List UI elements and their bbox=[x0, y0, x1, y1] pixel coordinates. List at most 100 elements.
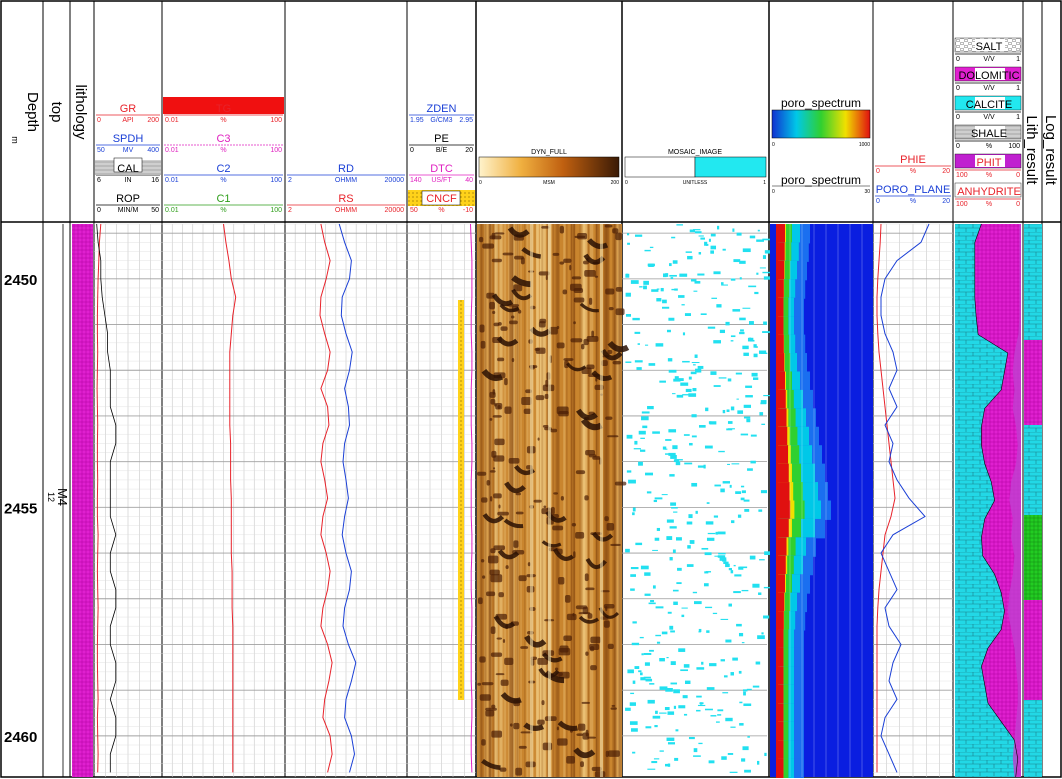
log-result-title: Log_result bbox=[1042, 115, 1059, 186]
lith-unit-calcite: V/V bbox=[983, 114, 995, 121]
lith-result-title: Lith_result bbox=[1023, 115, 1040, 185]
poro-spectrum-min-1: 0 bbox=[772, 142, 775, 148]
dyn-full-image bbox=[477, 224, 630, 778]
curve-min-c1: 0.01 bbox=[165, 207, 179, 214]
curve-unit-c2: % bbox=[220, 177, 226, 184]
curve-unit-rop: MIN/M bbox=[118, 207, 139, 214]
curve-max-cal: 16 bbox=[151, 177, 159, 184]
lith-name-calcite: CALCITE bbox=[966, 99, 1012, 111]
curve-unit-phie: % bbox=[910, 168, 916, 175]
lith-max-dolomitic: 1 bbox=[1016, 85, 1020, 92]
poro-spectrum-label-1: poro_spectrum bbox=[781, 96, 861, 110]
depth-title: Depth bbox=[24, 92, 41, 132]
mosaic-unit: UNITLESS bbox=[683, 180, 708, 186]
curve-name-pe: PE bbox=[434, 133, 449, 145]
curve-unit-dtc: US/FT bbox=[431, 177, 452, 184]
mosaic-max: 1 bbox=[763, 180, 766, 186]
curve-max-gr: 200 bbox=[147, 117, 159, 124]
lith-name-anhydrite: ANHYDRITE bbox=[957, 186, 1021, 198]
top-column: M4 12 bbox=[46, 224, 70, 777]
curve-name-cncf: CNCF bbox=[426, 193, 457, 205]
curve-max-c2: 100 bbox=[270, 177, 282, 184]
curve-min-c2: 0.01 bbox=[165, 177, 179, 184]
curve-max-zden: 2.95 bbox=[459, 117, 473, 124]
depth-ticks: 2450 2455 2460 bbox=[4, 272, 37, 746]
dyn-full-min: 0 bbox=[479, 180, 482, 186]
poro-spectrum-max-1: 1000 bbox=[859, 142, 870, 148]
curve-unit-pe: B/E bbox=[436, 147, 448, 154]
lith-unit-dolomitic: V/V bbox=[983, 85, 995, 92]
curve-min-zden: 1.95 bbox=[410, 117, 424, 124]
curve-max-phie: 20 bbox=[942, 168, 950, 175]
curve-min-rop: 0 bbox=[97, 207, 101, 214]
curve-max-rs: 20000 bbox=[385, 207, 405, 214]
lith-min-phit: 100 bbox=[956, 172, 968, 179]
top-title: top bbox=[48, 102, 65, 123]
curve-min-cal: 6 bbox=[97, 177, 101, 184]
curve-max-c1: 100 bbox=[270, 207, 282, 214]
poro-spectrum-colorbar bbox=[771, 109, 871, 139]
curve-unit-tg: % bbox=[220, 117, 226, 124]
depth-unit: m bbox=[10, 136, 20, 144]
curve-name-tg: TG bbox=[216, 103, 231, 115]
track9-header: SALT 0 V/V 1 DOLOMITIC 0 V/V 1 CALCITE 0 V/V 1 SHALE… bbox=[954, 37, 1022, 208]
curve-min-poro_plane: 0 bbox=[876, 198, 880, 205]
lith-min-calcite: 0 bbox=[956, 114, 960, 121]
zone-label: M4 bbox=[55, 488, 70, 506]
lith-name-dolomitic: DOLOMITIC bbox=[958, 70, 1019, 82]
curve-min-spdh: 50 bbox=[97, 147, 105, 154]
lith-min-shale: 0 bbox=[956, 143, 960, 150]
poro-spectrum-max-2: 30 bbox=[864, 189, 870, 195]
lithology-result-track bbox=[955, 223, 1021, 778]
curve-unit-cncf: % bbox=[438, 207, 444, 214]
mosaic-min: 0 bbox=[625, 180, 628, 186]
curve-unit-poro_plane: % bbox=[910, 198, 916, 205]
poro-spectrum-min-2: 0 bbox=[772, 189, 775, 195]
curve-max-spdh: 400 bbox=[147, 147, 159, 154]
curve-min-gr: 0 bbox=[97, 117, 101, 124]
curve-min-c3: 0.01 bbox=[165, 147, 179, 154]
curve-max-poro_plane: 20 bbox=[942, 198, 950, 205]
curve-max-dtc: 40 bbox=[465, 177, 473, 184]
curve-min-rs: 2 bbox=[288, 207, 292, 214]
curve-unit-rs: OHMM bbox=[335, 207, 357, 214]
poro-spectrum-label-2: poro_spectrum bbox=[781, 173, 861, 187]
curve-name-phie: PHIE bbox=[900, 154, 926, 166]
curve-max-tg: 100 bbox=[270, 117, 282, 124]
curve-unit-c3: % bbox=[220, 147, 226, 154]
lithology-column bbox=[72, 224, 93, 777]
curve-max-cncf: -10 bbox=[463, 207, 473, 214]
poro-spectrum-header: poro_spectrum 0 1000 poro_spectrum 0 30 bbox=[771, 96, 871, 195]
lith-max-shale: 100 bbox=[1008, 143, 1020, 150]
curve-name-rop: ROP bbox=[116, 193, 140, 205]
lith-unit-salt: V/V bbox=[983, 56, 995, 63]
curve-min-dtc: 140 bbox=[410, 177, 422, 184]
curve-min-phie: 0 bbox=[876, 168, 880, 175]
dyn-full-colorbar bbox=[478, 156, 620, 178]
lith-name-phit: PHIT bbox=[976, 157, 1001, 169]
lith-unit-anhydrite: % bbox=[986, 201, 992, 208]
depth-tick-label: 2455 bbox=[4, 500, 37, 517]
curve-name-spdh: SPDH bbox=[113, 133, 144, 145]
lith-min-salt: 0 bbox=[956, 56, 960, 63]
curve-name-poro_plane: PORO_PLANE bbox=[876, 184, 951, 196]
lith-max-calcite: 1 bbox=[1016, 114, 1020, 121]
curve-unit-cal: IN bbox=[125, 177, 132, 184]
curve-name-cal: CAL bbox=[117, 163, 138, 175]
track4-header: ZDEN1.95 G/CM3 2.95 PE 0 B/E 20 DTC 140 US/FT 40 50… bbox=[408, 103, 475, 214]
curve-min-tg: 0.01 bbox=[165, 117, 179, 124]
curve-unit-zden: G/CM3 bbox=[430, 117, 452, 124]
mosaic-colorbar-white bbox=[624, 156, 696, 178]
lith-name-shale: SHALE bbox=[971, 128, 1007, 140]
track3-header: RD 2 OHMM 20000 RS 2 OHMM 20000 bbox=[287, 163, 405, 214]
curve-unit-c1: % bbox=[220, 207, 226, 214]
curve-name-c2: C2 bbox=[216, 163, 230, 175]
lith-result-band bbox=[1024, 224, 1042, 777]
mosaic-header: MOSAIC_IMAGE 0 UNITLESS 1 bbox=[624, 149, 767, 186]
lith-max-salt: 1 bbox=[1016, 56, 1020, 63]
curve-min-rd: 2 bbox=[288, 177, 292, 184]
curve-max-pe: 20 bbox=[465, 147, 473, 154]
lith-min-anhydrite: 100 bbox=[956, 201, 968, 208]
curve-name-rs: RS bbox=[338, 193, 353, 205]
curve-name-dtc: DTC bbox=[430, 163, 453, 175]
